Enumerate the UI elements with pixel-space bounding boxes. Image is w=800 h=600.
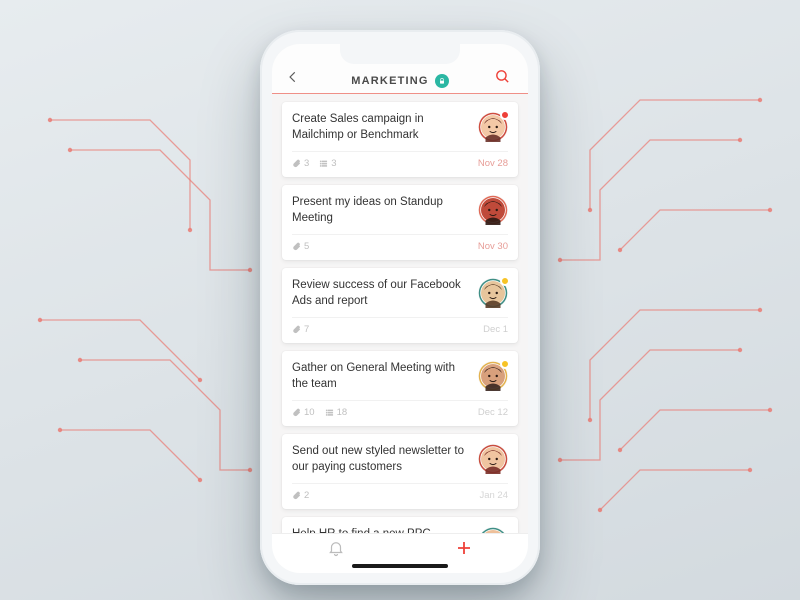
task-card[interactable]: Gather on General Meeting with the team … (282, 351, 518, 426)
task-title: Review success of our Facebook Ads and r… (292, 278, 470, 309)
task-date: Nov 30 (478, 241, 508, 252)
task-title: Present my ideas on Standup Meeting (292, 195, 470, 226)
header-title-wrap: MARKETING (351, 74, 448, 88)
task-date: Jan 24 (479, 490, 508, 501)
assignee-avatar[interactable] (478, 444, 508, 474)
notifications-button[interactable] (327, 539, 345, 562)
task-title: Gather on General Meeting with the team (292, 361, 470, 392)
checklist-count: 18 (325, 407, 348, 418)
back-button[interactable] (286, 70, 304, 88)
attachment-count: 10 (292, 407, 315, 418)
task-card[interactable]: Send out new styled newsletter to our pa… (282, 434, 518, 509)
task-date: Dec 12 (478, 407, 508, 418)
search-button[interactable] (494, 68, 514, 88)
assignee-avatar[interactable] (478, 361, 508, 391)
page-title: MARKETING (351, 75, 428, 87)
attachment-count: 3 (292, 158, 309, 169)
plus-icon (455, 539, 473, 557)
add-task-button[interactable] (455, 539, 473, 562)
task-date: Nov 28 (478, 158, 508, 169)
task-meta: 7 Dec 1 (292, 317, 508, 335)
task-card[interactable]: Review success of our Facebook Ads and r… (282, 268, 518, 343)
assignee-avatar[interactable] (478, 195, 508, 225)
screen: MARKETING Create Sales campaign in Mailc… (272, 44, 528, 573)
lock-badge (435, 74, 449, 88)
task-meta: 33 Nov 28 (292, 151, 508, 169)
task-card[interactable]: Create Sales campaign in Mailchimp or Be… (282, 102, 518, 177)
task-meta: 2 Jan 24 (292, 483, 508, 501)
task-card[interactable]: Present my ideas on Standup Meeting 5 No… (282, 185, 518, 260)
phone-mockup: MARKETING Create Sales campaign in Mailc… (260, 30, 540, 585)
task-card[interactable]: Help HR to find a new PPC specialist to … (282, 517, 518, 533)
status-dot (500, 276, 510, 286)
task-list[interactable]: Create Sales campaign in Mailchimp or Be… (272, 94, 528, 533)
assignee-avatar[interactable] (478, 278, 508, 308)
attachment-count: 7 (292, 324, 309, 335)
home-indicator (352, 564, 448, 568)
checklist-count: 3 (319, 158, 336, 169)
task-date: Dec 1 (483, 324, 508, 335)
task-meta: 10 18 Dec 12 (292, 400, 508, 418)
attachment-count: 2 (292, 490, 309, 501)
assignee-avatar[interactable] (478, 112, 508, 142)
lock-icon (438, 77, 446, 85)
bell-icon (327, 539, 345, 557)
status-dot (500, 359, 510, 369)
status-dot (500, 110, 510, 120)
search-icon (494, 68, 511, 85)
chevron-left-icon (286, 70, 300, 84)
notch (340, 44, 460, 64)
task-title: Send out new styled newsletter to our pa… (292, 444, 470, 475)
task-title: Create Sales campaign in Mailchimp or Be… (292, 112, 470, 143)
attachment-count: 5 (292, 241, 309, 252)
task-meta: 5 Nov 30 (292, 234, 508, 252)
